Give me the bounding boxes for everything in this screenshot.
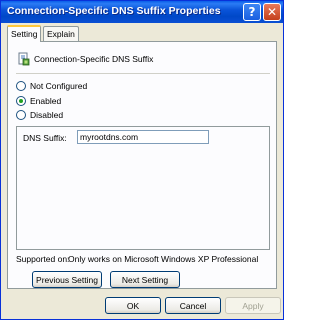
radio-disabled-dot[interactable]: [16, 110, 26, 120]
dns-suffix-label: DNS Suffix:: [23, 133, 67, 143]
policy-setting-icon: [18, 52, 30, 66]
tab-strip: Setting Explain: [7, 25, 277, 42]
dns-suffix-input[interactable]: myrootdns.com: [77, 130, 209, 144]
previous-setting-button[interactable]: Previous Setting: [32, 271, 102, 288]
next-setting-button[interactable]: Next Setting: [110, 271, 180, 288]
supported-on-value: Only works on Microsoft Windows XP Profe…: [68, 254, 259, 264]
close-button[interactable]: ✕: [263, 3, 281, 21]
setting-panel: Connection-Specific DNS Suffix Not Confi…: [7, 41, 277, 289]
policy-name: Connection-Specific DNS Suffix: [34, 54, 154, 64]
help-button[interactable]: ?: [243, 3, 261, 21]
radio-enabled-dot[interactable]: [16, 96, 26, 106]
title-bar[interactable]: Connection-Specific DNS Suffix Propertie…: [1, 1, 283, 23]
tab-setting[interactable]: Setting: [7, 25, 42, 42]
header-divider: [16, 73, 270, 74]
tab-explain[interactable]: Explain: [43, 26, 79, 41]
ok-button[interactable]: OK: [105, 297, 161, 314]
properties-dialog: Connection-Specific DNS Suffix Propertie…: [0, 0, 284, 320]
radio-not-configured-label: Not Configured: [30, 81, 88, 91]
apply-button[interactable]: Apply: [225, 297, 281, 314]
window-title: Connection-Specific DNS Suffix Propertie…: [7, 5, 221, 17]
radio-disabled-label: Disabled: [30, 110, 64, 120]
close-icon: ✕: [266, 5, 278, 19]
supported-on-label: Supported on:: [16, 254, 70, 264]
radio-not-configured-dot[interactable]: [16, 81, 26, 91]
options-box: DNS Suffix: myrootdns.com: [16, 126, 270, 250]
cancel-button[interactable]: Cancel: [165, 297, 221, 314]
help-icon: ?: [248, 5, 256, 19]
radio-enabled-label: Enabled: [30, 96, 62, 106]
